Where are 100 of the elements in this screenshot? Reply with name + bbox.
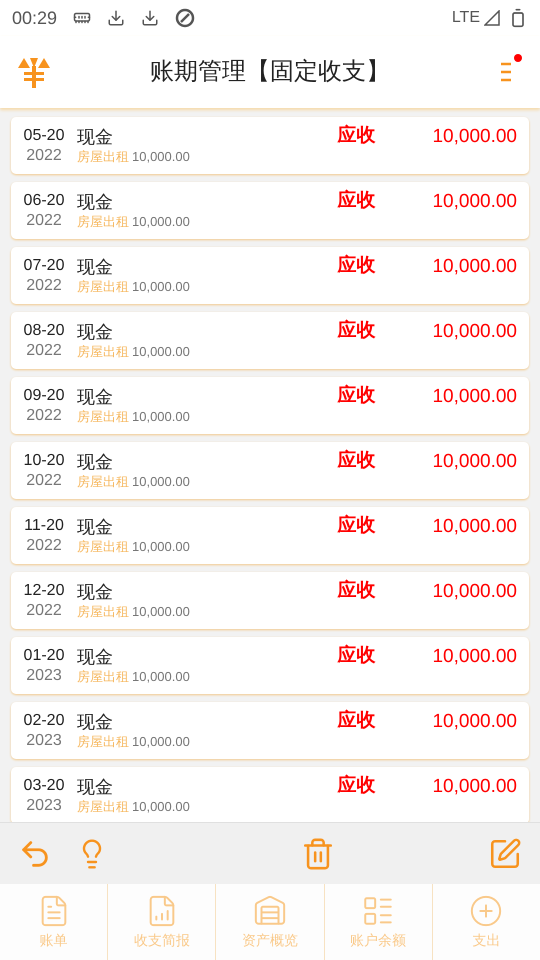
- bill-card[interactable]: 10-20 2022 现金 房屋出租 10,000.00 应收 10,000.00: [11, 442, 529, 499]
- bill-amount: 10,000.00: [432, 450, 517, 474]
- category-label: 房屋出租: [77, 278, 129, 296]
- account-name: 现金: [77, 320, 114, 342]
- bill-card[interactable]: 05-20 2022 现金 房屋出租 10,000.00 应收 10,000.00: [11, 117, 529, 174]
- category-label: 房屋出租: [77, 148, 129, 166]
- due-year: 2022: [26, 210, 62, 230]
- due-date: 09-20: [24, 386, 64, 406]
- due-date: 05-20: [24, 126, 64, 146]
- delete-button[interactable]: [301, 836, 335, 870]
- due-date: 10-20: [24, 450, 64, 470]
- due-year: 2023: [26, 666, 62, 686]
- category-label: 房屋出租: [77, 342, 129, 360]
- category-amount: 10,000.00: [132, 342, 190, 360]
- category-label: 房屋出租: [77, 732, 129, 750]
- due-date: 03-20: [24, 776, 64, 796]
- bill-type: 应收: [337, 448, 376, 473]
- plus-circle-icon: [469, 894, 504, 928]
- menu-icon: [499, 60, 513, 84]
- category-amount: 10,000.00: [132, 472, 190, 490]
- account-name: 现金: [77, 450, 114, 472]
- category-amount: 10,000.00: [132, 278, 190, 296]
- bill-card[interactable]: 03-20 2023 现金 房屋出租 10,000.00 应收 10,000.00: [11, 767, 529, 822]
- bill-amount: 10,000.00: [432, 255, 517, 279]
- category-label: 房屋出租: [77, 798, 129, 816]
- bill-type: 应收: [337, 318, 376, 343]
- data-saver-icon: [175, 8, 196, 28]
- category-amount: 10,000.00: [132, 668, 190, 686]
- due-year: 2023: [26, 730, 62, 750]
- account-name: 现金: [77, 776, 114, 798]
- bill-card[interactable]: 06-20 2022 现金 房屋出租 10,000.00 应收 10,000.00: [11, 182, 529, 239]
- warehouse-icon: [253, 894, 287, 928]
- category-label: 房屋出租: [77, 408, 129, 426]
- bill-type: 应收: [337, 384, 376, 408]
- due-year: 2023: [26, 796, 62, 816]
- due-date: 02-20: [24, 710, 64, 730]
- category-amount: 10,000.00: [132, 602, 190, 620]
- bill-amount: 10,000.00: [432, 580, 517, 604]
- bill-card[interactable]: 09-20 2022 现金 房屋出租 10,000.00 应收 10,000.00: [11, 377, 529, 434]
- due-date: 01-20: [24, 646, 64, 666]
- bill-card[interactable]: 11-20 2022 现金 房屋出租 10,000.00 应收 10,000.00: [11, 507, 529, 564]
- due-date: 06-20: [24, 190, 64, 210]
- due-date: 12-20: [24, 580, 64, 600]
- account-name: 现金: [77, 516, 114, 538]
- bill-type: 应收: [337, 188, 376, 213]
- bill-type: 应收: [337, 644, 376, 668]
- category-amount: 10,000.00: [132, 538, 190, 556]
- category-label: 房屋出租: [77, 472, 129, 490]
- account-name: 现金: [77, 580, 114, 602]
- due-year: 2022: [26, 276, 62, 296]
- due-date: 08-20: [24, 320, 64, 340]
- due-date: 11-20: [24, 516, 64, 536]
- bill-amount: 10,000.00: [432, 515, 517, 539]
- account-name: 现金: [77, 126, 114, 148]
- bill-type: 应收: [337, 124, 376, 148]
- bill-type: 应收: [337, 578, 376, 603]
- page-title: 账期管理【固定收支】: [150, 57, 390, 87]
- account-name: 现金: [77, 256, 114, 278]
- due-date: 07-20: [24, 256, 64, 276]
- bill-card[interactable]: 01-20 2023 现金 房屋出租 10,000.00 应收 10,000.00: [11, 637, 529, 694]
- account-name: 现金: [77, 710, 114, 732]
- due-year: 2022: [26, 406, 62, 426]
- category-amount: 10,000.00: [132, 732, 190, 750]
- bill-card[interactable]: 08-20 2022 现金 房屋出租 10,000.00 应收 10,000.00: [11, 312, 529, 369]
- bill-amount: 10,000.00: [432, 645, 517, 669]
- bill-amount: 10,000.00: [432, 125, 517, 149]
- due-year: 2022: [26, 340, 62, 360]
- bill-amount: 10,000.00: [432, 320, 517, 344]
- bill-type: 应收: [337, 254, 376, 278]
- bill-type: 应收: [337, 708, 376, 733]
- bill-amount: 10,000.00: [432, 385, 517, 409]
- account-name: 现金: [77, 386, 114, 408]
- bill-type: 应收: [337, 514, 376, 538]
- due-year: 2022: [26, 536, 62, 556]
- download-icon: [141, 9, 160, 27]
- category-label: 房屋出租: [77, 212, 129, 230]
- download-icon: [107, 9, 126, 27]
- due-year: 2022: [26, 470, 62, 490]
- bill-card[interactable]: 12-20 2022 现金 房屋出租 10,000.00 应收 10,000.00: [11, 572, 529, 629]
- bill-amount: 10,000.00: [432, 775, 517, 799]
- bill-card[interactable]: 07-20 2022 现金 房屋出租 10,000.00 应收 10,000.00: [11, 247, 529, 304]
- account-name: 现金: [77, 646, 114, 668]
- bill-card[interactable]: 02-20 2023 现金 房屋出租 10,000.00 应收 10,000.00: [11, 702, 529, 759]
- category-amount: 10,000.00: [132, 408, 190, 426]
- bill-type: 应收: [337, 774, 376, 798]
- due-year: 2022: [26, 146, 62, 166]
- bill-amount: 10,000.00: [432, 710, 517, 734]
- signal-icon: [484, 10, 500, 26]
- due-year: 2022: [26, 600, 62, 620]
- status-time: 00:29: [12, 6, 58, 30]
- category-label: 房屋出租: [77, 538, 129, 556]
- category-label: 房屋出租: [77, 668, 129, 686]
- category-amount: 10,000.00: [132, 148, 190, 166]
- bill-amount: 10,000.00: [432, 190, 517, 214]
- category-amount: 10,000.00: [132, 212, 190, 230]
- account-name: 现金: [77, 190, 114, 212]
- category-amount: 10,000.00: [132, 798, 190, 816]
- category-label: 房屋出租: [77, 602, 129, 620]
- network-type: LTE: [452, 8, 480, 28]
- edit-button[interactable]: [488, 836, 522, 870]
